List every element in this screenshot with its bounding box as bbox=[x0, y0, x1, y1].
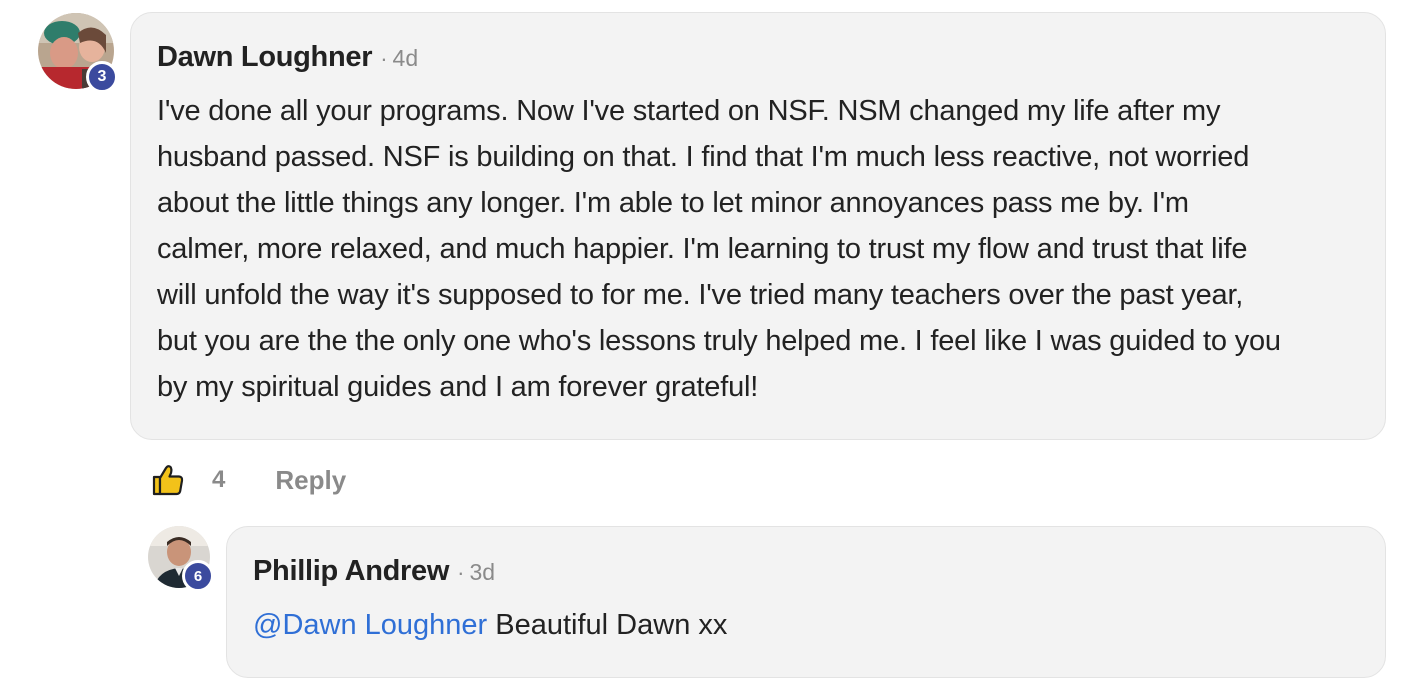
meta-separator: · bbox=[380, 46, 388, 71]
reply-timestamp[interactable]: 3d bbox=[469, 559, 495, 586]
like-button[interactable] bbox=[150, 462, 186, 498]
comment-actions: 4 Reply bbox=[150, 458, 346, 502]
meta-separator: · bbox=[457, 560, 465, 585]
level-badge: 3 bbox=[86, 61, 118, 93]
reply-body: @Dawn Loughner Beautiful Dawn xx bbox=[253, 607, 727, 643]
level-badge: 6 bbox=[182, 560, 214, 592]
author-name[interactable]: Dawn Loughner bbox=[157, 41, 373, 74]
reply-author-name[interactable]: Phillip Andrew bbox=[253, 555, 449, 588]
mention-link[interactable]: @Dawn Loughner bbox=[253, 609, 487, 641]
comment-thread: 3 Dawn Loughner · 4d I've done all your … bbox=[0, 0, 1420, 683]
commenter-avatar[interactable]: 3 bbox=[38, 13, 118, 93]
thumbs-up-icon bbox=[152, 465, 184, 496]
reply-button[interactable]: Reply bbox=[275, 465, 346, 496]
comment-timestamp[interactable]: 4d bbox=[393, 45, 419, 72]
reply-text: Beautiful Dawn xx bbox=[487, 609, 728, 641]
comment-header: Dawn Loughner · 4d bbox=[157, 41, 418, 74]
comment-bubble: Dawn Loughner · 4d I've done all your pr… bbox=[130, 12, 1386, 440]
reply-header: Phillip Andrew · 3d bbox=[253, 555, 495, 588]
reply-avatar[interactable]: 6 bbox=[148, 526, 214, 592]
reply-bubble: Phillip Andrew · 3d @Dawn Loughner Beaut… bbox=[226, 526, 1386, 678]
like-count: 4 bbox=[212, 466, 226, 493]
comment-body: I've done all your programs. Now I've st… bbox=[157, 95, 1281, 403]
